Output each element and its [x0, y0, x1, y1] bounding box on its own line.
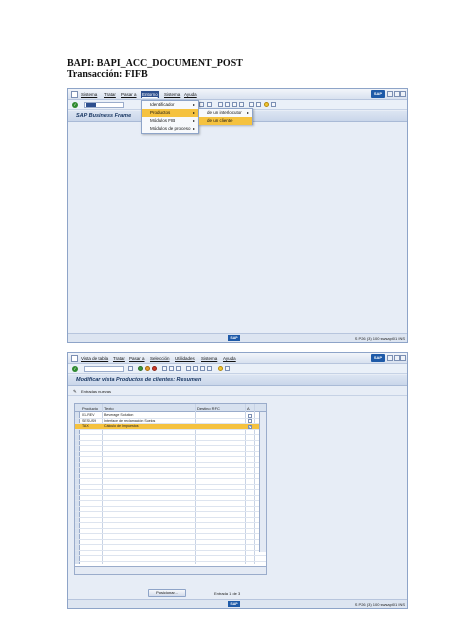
close-icon-2[interactable]	[400, 355, 406, 361]
transaction-heading: Transacción: FIFB	[67, 69, 148, 80]
cell-text: Beverage Solution	[104, 413, 134, 417]
status-sap-logo-2: SAP	[228, 601, 240, 607]
pencil-icon[interactable]: ✎	[73, 389, 77, 395]
cell-text: Interface de reclamación Suelos	[104, 418, 156, 423]
sap-logo-2: SAP	[371, 354, 385, 362]
col-producto[interactable]: Producto	[82, 406, 98, 411]
status-bar: SAP S P26 (3) 100 swsapi01 INS	[68, 333, 407, 342]
col-texto[interactable]: Texto	[104, 406, 114, 411]
menu-bar-2: Vista de tabla Tratar Pasar a Selección …	[68, 353, 407, 364]
row-checkbox[interactable]	[248, 424, 252, 429]
dd-identificador[interactable]: Identificador ▸	[142, 101, 198, 109]
sap-window-fifb: Sistema Tratar Pasar a Entorno Sistema A…	[67, 88, 408, 343]
entorno-dropdown: Identificador ▸ Productos ▸ Módulos FIB ▸ M…	[141, 100, 199, 134]
cell-text: Cálculo de Impuestos	[104, 424, 139, 428]
cancel-icon[interactable]	[152, 366, 157, 371]
help-icon-2[interactable]	[218, 366, 223, 371]
menu-ayuda[interactable]: Ayuda	[184, 92, 197, 97]
system-status: S P26 (3) 100 swsapi01 INS	[354, 336, 405, 341]
status-sap-logo: SAP	[228, 335, 240, 341]
next-page-icon-2[interactable]	[200, 366, 205, 371]
sap-window-products: Vista de tabla Tratar Pasar a Selección …	[67, 352, 408, 609]
enter-check-icon-2[interactable]: ✓	[72, 366, 78, 372]
menu-utilidades[interactable]: Utilidades	[175, 356, 195, 361]
vertical-scrollbar[interactable]	[259, 412, 266, 552]
dd-modulos-proceso[interactable]: Módulos de proceso ▸	[142, 125, 198, 133]
col-destino-rfc[interactable]: Destino RFC	[197, 406, 220, 411]
shortcut-icon[interactable]	[256, 102, 261, 107]
position-button[interactable]: Posicionar...	[148, 589, 186, 597]
menu-entorno[interactable]: Entorno	[141, 91, 159, 98]
last-page-icon[interactable]	[239, 102, 244, 107]
menu-sistema-3[interactable]: Sistema	[201, 356, 217, 361]
screen-title-bar-2: Modificar vista Productos de clientes: R…	[68, 375, 407, 386]
cell-product: 01-REV	[82, 413, 95, 417]
menu-sistema-2[interactable]: Sistema	[164, 92, 180, 97]
menu-seleccion[interactable]: Selección	[150, 356, 170, 361]
save-icon[interactable]	[128, 366, 133, 371]
products-table: Producto Texto Destino RFC A 01-REV Bever…	[74, 403, 267, 575]
bapi-heading: BAPI: BAPI_ACC_DOCUMENT_POST	[67, 58, 243, 69]
application-toolbar: ✎ Entradas nuevas	[68, 387, 407, 396]
back-icon[interactable]	[138, 366, 143, 371]
screen-title-2: Modificar vista Productos de clientes: R…	[76, 377, 202, 383]
new-session-icon[interactable]	[249, 102, 254, 107]
prev-page-icon-2[interactable]	[193, 366, 198, 371]
screen-title: SAP Business Frame	[76, 113, 132, 119]
sub-cliente[interactable]: de un cliente	[199, 117, 252, 125]
horizontal-scrollbar[interactable]	[75, 566, 266, 574]
minimize-icon-2[interactable]	[387, 355, 393, 361]
command-field[interactable]	[84, 102, 124, 108]
menu-tratar-2[interactable]: Tratar	[113, 356, 125, 361]
cell-product: SESUS9	[82, 418, 97, 423]
first-page-icon[interactable]	[218, 102, 223, 107]
productos-submenu: de un interlocutor ▸ de un cliente	[198, 108, 253, 125]
menu-vista-tabla[interactable]: Vista de tabla	[81, 356, 108, 361]
menu-pasar-a[interactable]: Pasar a	[121, 92, 137, 97]
layout-icon[interactable]	[271, 102, 276, 107]
find-next-icon[interactable]	[207, 102, 212, 107]
table-header: Producto Texto Destino RFC A	[75, 404, 266, 412]
print-icon[interactable]	[162, 366, 167, 371]
menu-pasar-a-2[interactable]: Pasar a	[129, 356, 145, 361]
row-checkbox[interactable]	[248, 419, 252, 423]
last-page-icon-2[interactable]	[207, 366, 212, 371]
next-page-icon[interactable]	[232, 102, 237, 107]
menu-bar: Sistema Tratar Pasar a Entorno Sistema A…	[68, 89, 407, 100]
layout-icon-2[interactable]	[225, 366, 230, 371]
sap-logo: SAP	[371, 90, 385, 98]
minimize-icon[interactable]	[387, 91, 393, 97]
standard-toolbar-2: ✓	[68, 364, 407, 374]
menu-tratar[interactable]: Tratar	[104, 92, 116, 97]
cell-product: TAX	[82, 424, 89, 428]
dd-modulos-fib[interactable]: Módulos FIB ▸	[142, 117, 198, 125]
row-checkbox[interactable]	[248, 413, 252, 418]
menu-ayuda-2[interactable]: Ayuda	[223, 356, 236, 361]
close-icon[interactable]	[400, 91, 406, 97]
window-menu-icon[interactable]	[71, 91, 78, 98]
exit-icon[interactable]	[145, 366, 150, 371]
entry-count: Entrada 1 de 3	[214, 591, 241, 596]
find-icon[interactable]	[199, 102, 204, 107]
window-menu-icon-2[interactable]	[71, 355, 78, 362]
new-entries-button[interactable]: Entradas nuevas	[81, 389, 111, 394]
sub-interlocutor[interactable]: de un interlocutor ▸	[199, 109, 252, 117]
prev-page-icon[interactable]	[225, 102, 230, 107]
system-status-2: S P26 (3) 100 swsapi01 INS	[354, 602, 405, 607]
enter-check-icon[interactable]: ✓	[72, 102, 78, 108]
help-icon[interactable]	[264, 102, 269, 107]
menu-sistema-1[interactable]: Sistema	[81, 92, 97, 97]
first-page-icon-2[interactable]	[186, 366, 191, 371]
status-bar-2: SAP S P26 (3) 100 swsapi01 INS	[68, 599, 407, 608]
col-a[interactable]: A	[247, 406, 250, 411]
find-next-icon-2[interactable]	[176, 366, 181, 371]
command-field-2[interactable]	[84, 366, 124, 372]
dd-productos[interactable]: Productos ▸	[142, 109, 198, 117]
find-icon-2[interactable]	[169, 366, 174, 371]
